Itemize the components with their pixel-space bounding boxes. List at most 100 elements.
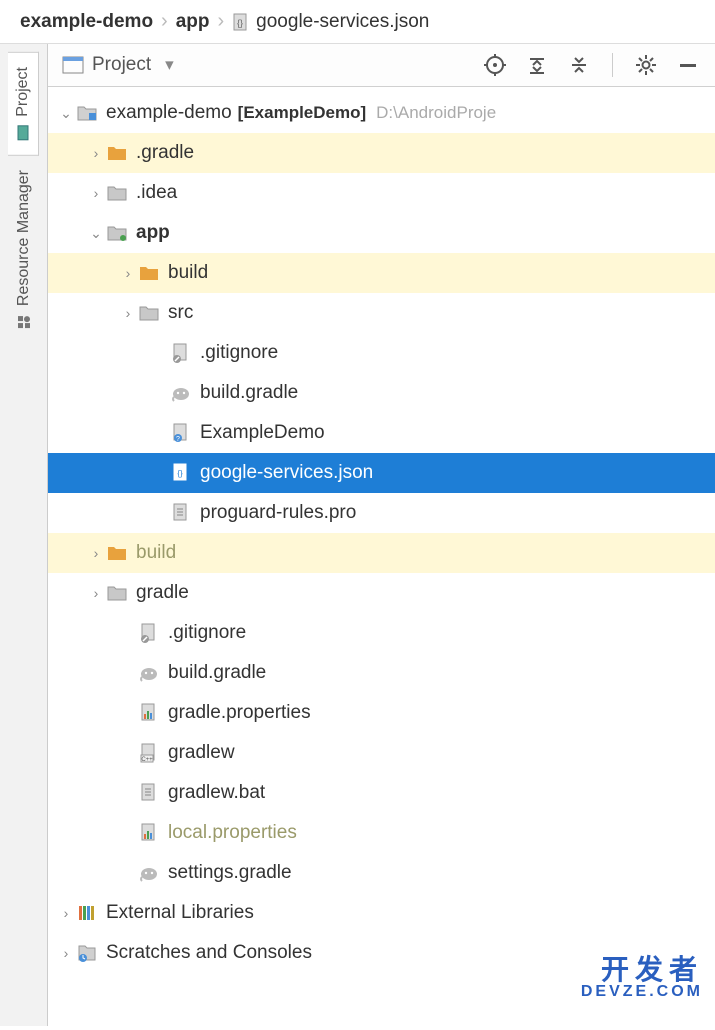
file-text-icon — [170, 502, 192, 524]
view-selector[interactable]: Project — [92, 54, 151, 76]
tree-label: gradlew.bat — [168, 782, 265, 804]
tree-label: settings.gradle — [168, 862, 292, 884]
tree-item[interactable]: › src — [48, 293, 715, 333]
file-text-icon — [138, 782, 160, 804]
chevron-right-icon[interactable]: › — [86, 185, 106, 201]
tree-item[interactable]: › build — [48, 253, 715, 293]
sidebar-tab-resource-manager[interactable]: Resource Manager — [9, 156, 39, 344]
chevron-down-icon[interactable]: ▾ — [165, 55, 174, 75]
tree-root[interactable]: ⌄ example-demo [ExampleDemo] D:\AndroidP… — [48, 93, 715, 133]
breadcrumb-file[interactable]: google-services.json — [256, 11, 429, 33]
svg-text:C++: C++ — [141, 757, 153, 763]
tree-label: example-demo — [106, 102, 232, 124]
tree-item[interactable]: ? ExampleDemo — [48, 413, 715, 453]
project-tree[interactable]: ⌄ example-demo [ExampleDemo] D:\AndroidP… — [48, 87, 715, 979]
tree-item[interactable]: local.properties — [48, 813, 715, 853]
file-cpp-icon: C++ — [138, 742, 160, 764]
tree-label: gradle.properties — [168, 702, 311, 724]
tree-item[interactable]: › build — [48, 533, 715, 573]
sidebar-tab-project[interactable]: Project — [8, 52, 39, 156]
tree-label: build — [168, 262, 208, 284]
project-view-icon — [62, 56, 84, 74]
breadcrumb-mid[interactable]: app — [176, 11, 210, 33]
json-file-icon: {} — [232, 13, 250, 31]
tree-label: app — [136, 222, 170, 244]
tree-item[interactable]: proguard-rules.pro — [48, 493, 715, 533]
tree-label: Scratches and Consoles — [106, 942, 312, 964]
svg-text:{}: {} — [177, 469, 183, 478]
sidebar-tab-label: Project — [14, 67, 32, 117]
chevron-right-icon[interactable]: › — [86, 585, 106, 601]
tree-label: src — [168, 302, 193, 324]
chevron-down-icon[interactable]: ⌄ — [56, 105, 76, 122]
tree-label: google-services.json — [200, 462, 373, 484]
folder-orange-icon — [106, 542, 128, 564]
chevron-right-icon[interactable]: › — [56, 945, 76, 961]
chevron-right-icon: › — [218, 10, 225, 33]
tree-label: gradle — [136, 582, 189, 604]
folder-orange-icon — [106, 142, 128, 164]
folder-grey-icon — [106, 582, 128, 604]
tree-item[interactable]: .gitignore — [48, 333, 715, 373]
folder-grey-dot-icon — [106, 222, 128, 244]
chevron-right-icon[interactable]: › — [86, 545, 106, 561]
tree-item[interactable]: gradlew.bat — [48, 773, 715, 813]
resource-icon — [16, 314, 32, 330]
sidebar-tab-label: Resource Manager — [15, 170, 33, 306]
tree-label: local.properties — [168, 822, 297, 844]
chevron-right-icon: › — [161, 10, 168, 33]
tree-label: build.gradle — [200, 382, 298, 404]
file-ignore-icon — [138, 622, 160, 644]
folder-grey-icon — [106, 182, 128, 204]
chevron-right-icon[interactable]: › — [118, 305, 138, 321]
gradle-icon — [138, 662, 160, 684]
collapse-all-button[interactable] — [566, 52, 592, 78]
tree-item[interactable]: settings.gradle — [48, 853, 715, 893]
hide-button[interactable] — [675, 52, 701, 78]
tree-item[interactable]: › gradle — [48, 573, 715, 613]
tree-label: gradlew — [168, 742, 235, 764]
settings-button[interactable] — [633, 52, 659, 78]
tree-item[interactable]: C++ gradlew — [48, 733, 715, 773]
tree-item[interactable]: .gitignore — [48, 613, 715, 653]
tree-item[interactable]: gradle.properties — [48, 693, 715, 733]
tree-item-selected[interactable]: {} google-services.json — [48, 453, 715, 493]
chevron-right-icon[interactable]: › — [56, 905, 76, 921]
libraries-icon — [76, 902, 98, 924]
tree-label: .idea — [136, 182, 177, 204]
file-q-icon: ? — [170, 422, 192, 444]
tree-external-libraries[interactable]: › External Libraries — [48, 893, 715, 933]
breadcrumb: example-demo › app › {} google-services.… — [0, 0, 715, 44]
tree-label: build — [136, 542, 176, 564]
tree-item[interactable]: build.gradle — [48, 373, 715, 413]
locate-button[interactable] — [482, 52, 508, 78]
tree-label: build.gradle — [168, 662, 266, 684]
scratches-icon — [76, 942, 98, 964]
tree-label: .gradle — [136, 142, 194, 164]
breadcrumb-root[interactable]: example-demo — [20, 11, 153, 33]
file-ignore-icon — [170, 342, 192, 364]
tree-label: ExampleDemo — [200, 422, 325, 444]
gradle-icon — [138, 862, 160, 884]
tree-path: D:\AndroidProje — [376, 103, 496, 123]
file-json-icon: {} — [170, 462, 192, 484]
svg-text:?: ? — [176, 436, 180, 443]
tree-item[interactable]: › .gradle — [48, 133, 715, 173]
chevron-down-icon[interactable]: ⌄ — [86, 225, 106, 242]
file-props-icon — [138, 702, 160, 724]
tree-label: External Libraries — [106, 902, 254, 924]
file-props-icon — [138, 822, 160, 844]
sidebar: Project Resource Manager — [0, 44, 48, 1026]
tree-item[interactable]: build.gradle — [48, 653, 715, 693]
chevron-right-icon[interactable]: › — [118, 265, 138, 281]
module-folder-icon — [76, 102, 98, 124]
chevron-right-icon[interactable]: › — [86, 145, 106, 161]
gradle-icon — [170, 382, 192, 404]
tree-item[interactable]: ⌄ app — [48, 213, 715, 253]
expand-all-button[interactable] — [524, 52, 550, 78]
tree-scratches[interactable]: › Scratches and Consoles — [48, 933, 715, 973]
tree-item[interactable]: › .idea — [48, 173, 715, 213]
folder-orange-icon — [138, 262, 160, 284]
tree-label: proguard-rules.pro — [200, 502, 356, 524]
divider — [612, 53, 613, 77]
